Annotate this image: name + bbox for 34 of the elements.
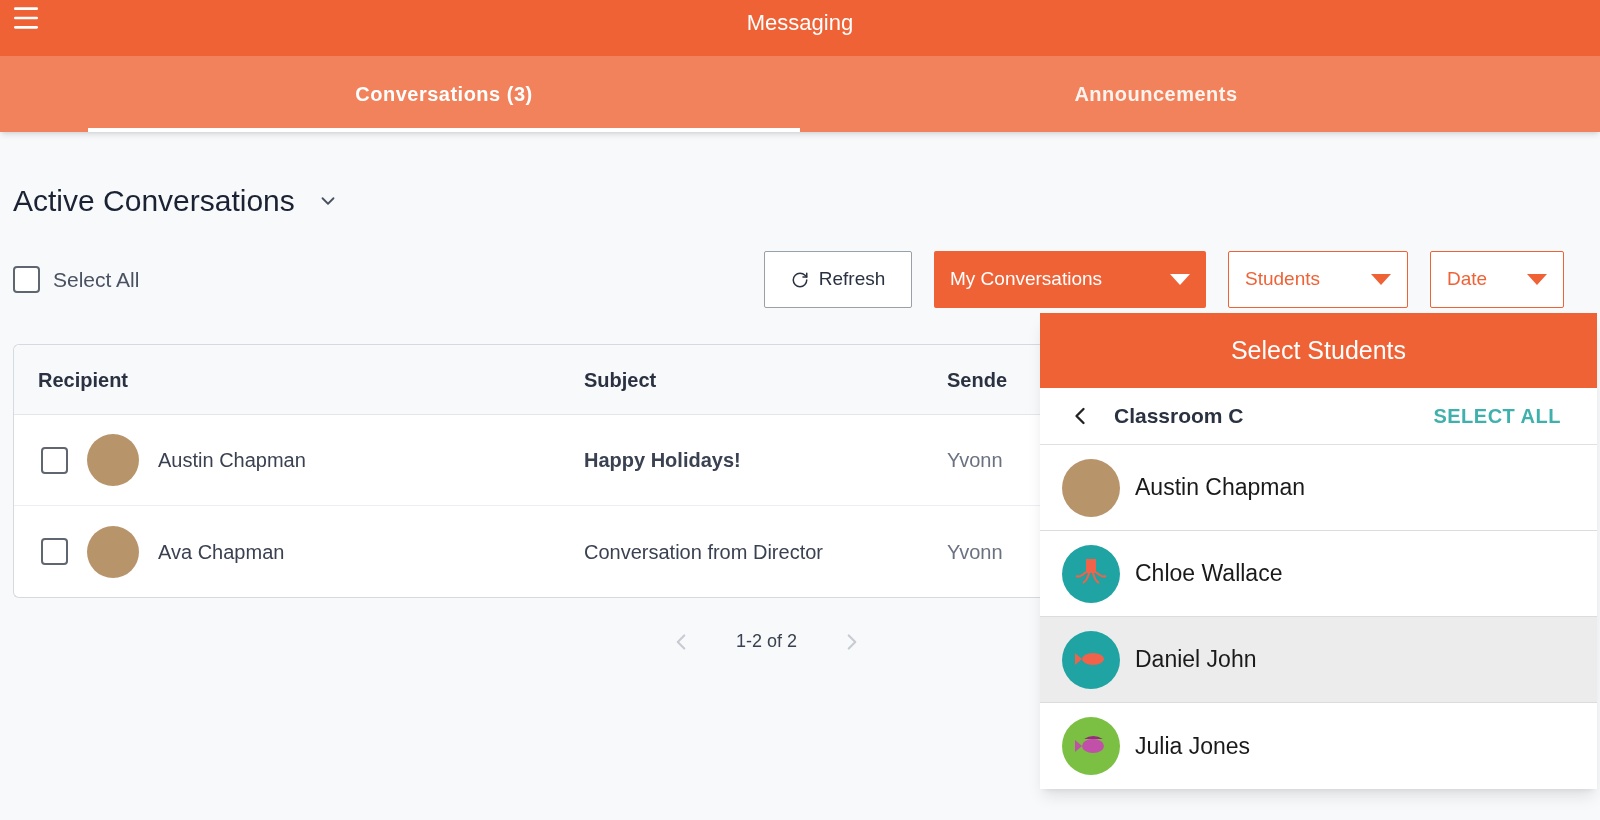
student-name: Chloe Wallace — [1135, 559, 1283, 589]
photo-placeholder — [87, 525, 139, 578]
refresh-icon — [790, 270, 809, 289]
column-header: Recipient — [37, 367, 130, 393]
student-item[interactable]: Austin Chapman — [1040, 445, 1597, 531]
caret-icon — [1371, 274, 1391, 285]
student-name: Austin Chapman — [1135, 473, 1306, 503]
photo-placeholder — [1062, 458, 1120, 517]
recipient-name: Ava Chapman — [158, 539, 285, 565]
student-name: Daniel John — [1135, 645, 1257, 675]
caret-icon — [1527, 274, 1547, 285]
subject-text[interactable]: Conversation from Director — [584, 536, 947, 567]
refresh-button[interactable]: Refresh — [764, 251, 912, 308]
student-item[interactable]: Daniel John — [1040, 617, 1597, 703]
checkbox[interactable] — [41, 538, 68, 565]
student-item[interactable]: Chloe Wallace — [1040, 531, 1597, 617]
subject-text[interactable]: Happy Holidays! — [584, 445, 947, 475]
page-range: 1-2 of 2 — [736, 630, 798, 653]
student-name: Julia Jones — [1135, 731, 1251, 761]
column-header: Subject — [584, 367, 658, 393]
caret-icon — [1170, 274, 1190, 285]
classroom-name: Classroom C — [1114, 403, 1245, 430]
sender-name: Yvonn — [947, 448, 1003, 473]
student-item[interactable]: Julia Jones — [1040, 703, 1597, 789]
checkbox[interactable] — [13, 266, 40, 293]
section-title: Active Conversations — [13, 183, 295, 219]
picker-title: Select Students — [1230, 334, 1407, 366]
checkbox[interactable] — [41, 446, 68, 474]
header-title: Messaging — [746, 9, 854, 37]
photo-placeholder — [87, 434, 139, 486]
column-header: Sende — [947, 367, 1008, 393]
select-all-label: Select All — [53, 266, 140, 293]
recipient-name: Austin Chapman — [158, 448, 306, 473]
sender-name: Yvonn — [947, 539, 1003, 565]
